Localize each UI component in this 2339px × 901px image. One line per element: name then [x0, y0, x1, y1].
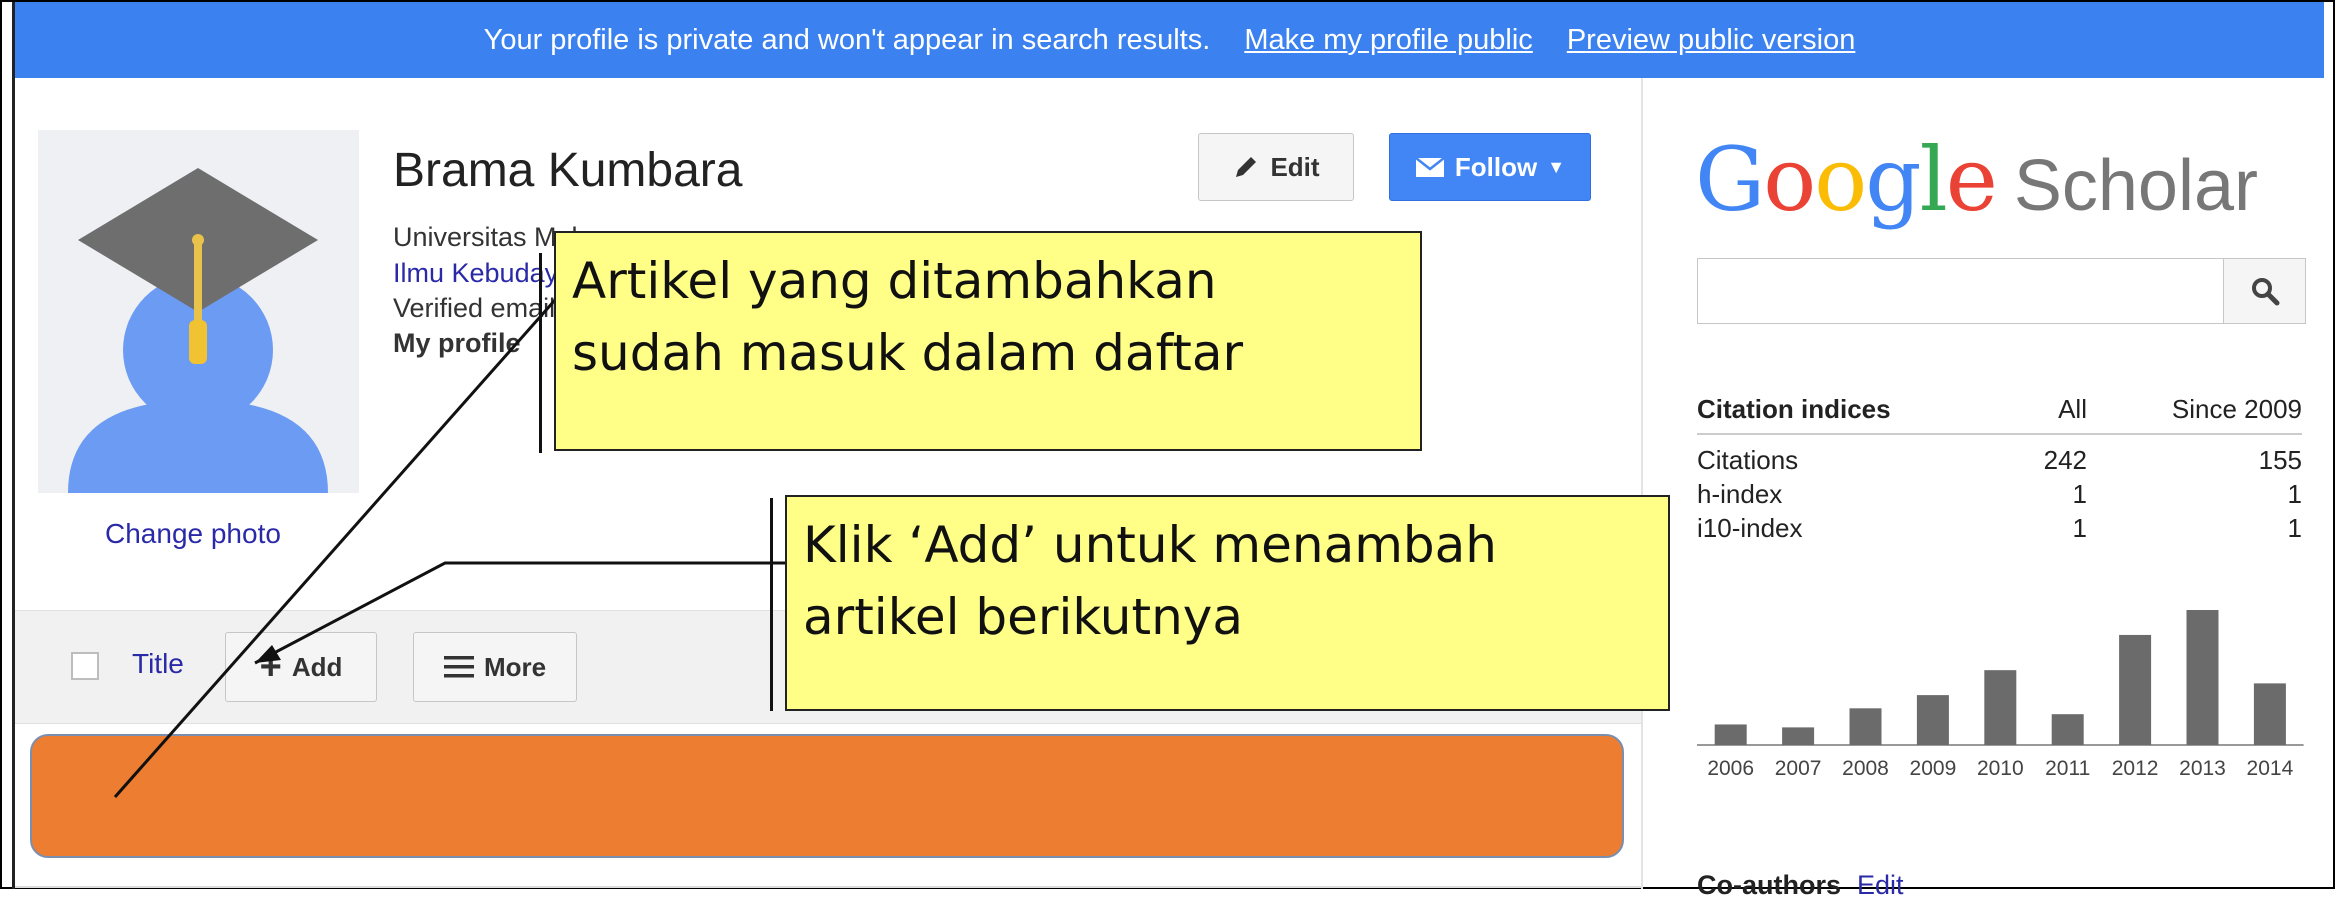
callout-first-line-1: Artikel yang ditambahkan [572, 252, 1217, 310]
callout-bar-first [539, 253, 542, 453]
callout-second-line-2: artikel berikutnya [803, 588, 1243, 646]
pointer-line-second [254, 561, 785, 665]
callout-bar-second [770, 498, 773, 711]
callout-first-line-2: sudah masuk dalam daftar [572, 324, 1244, 382]
callout-second: Klik ‘Add’ untuk menambah artikel beriku… [785, 495, 1670, 711]
callout-second-line-1: Klik ‘Add’ untuk menambah [803, 516, 1497, 574]
pointer-line-first [113, 299, 557, 798]
callout-first: Artikel yang ditambahkan sudah masuk dal… [554, 231, 1422, 451]
arrow-head-icon [255, 645, 281, 663]
